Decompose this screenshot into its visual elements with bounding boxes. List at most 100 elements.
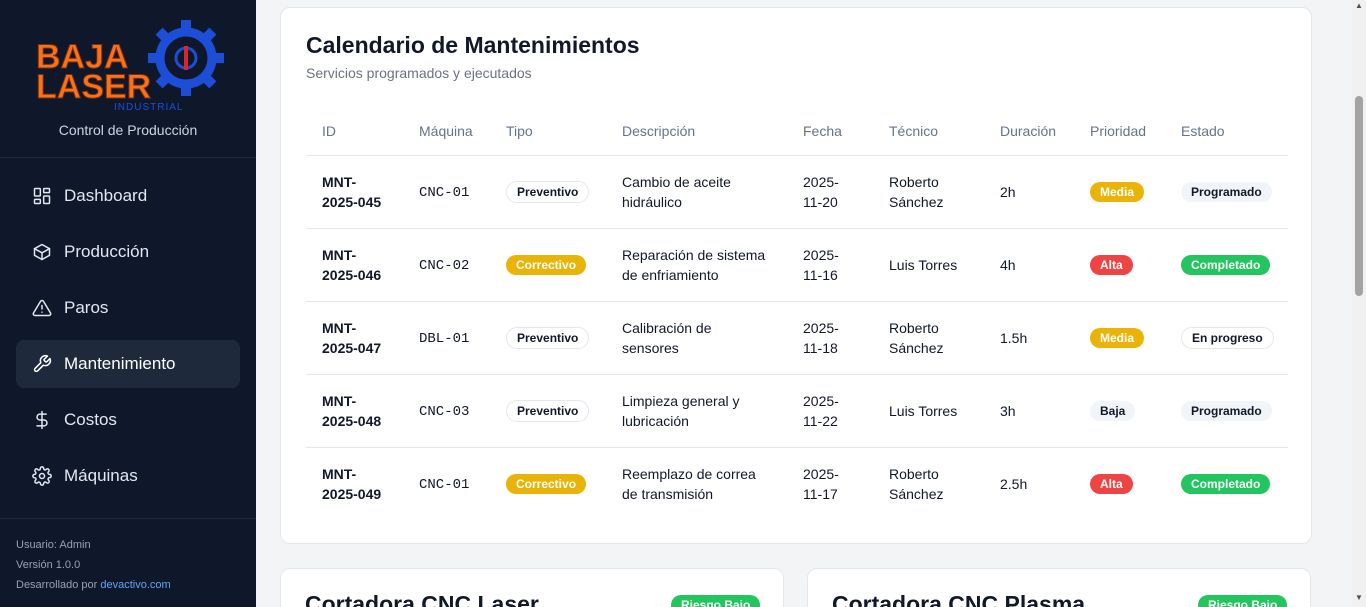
machine-text: CNC-01 [419, 184, 470, 201]
cell-priority: Baja [1074, 374, 1165, 448]
table-row[interactable]: MNT- 2025-049 CNC-01 Correctivo Reemplazo d… [306, 447, 1288, 520]
sidebar: BAJA LASER INDUSTRIAL Control de Producc… [0, 0, 256, 607]
column-header-duration: Duración [984, 108, 1074, 156]
cell-tech: Roberto Sánchez [873, 301, 984, 375]
column-header-status: Estado [1165, 108, 1288, 156]
main-nav: Dashboard Producción Paros Mantenimiento… [0, 158, 256, 500]
version-label: Versión 1.0.0 [16, 559, 81, 571]
duration-text: 2h [1000, 183, 1016, 200]
cell-duration: 2h [984, 155, 1074, 229]
warning-icon [32, 298, 52, 318]
id-text: MNT- 2025-045 [322, 173, 382, 210]
logo-text-industrial: INDUSTRIAL [114, 102, 183, 112]
priority-badge: Media [1090, 328, 1145, 348]
machine-text: CNC-03 [419, 403, 470, 420]
cell-desc: Calibración de sensores [606, 301, 787, 375]
column-header-id: ID [306, 108, 403, 156]
date-text: 2025- 11-16 [803, 246, 839, 283]
type-badge: Preventivo [506, 180, 590, 203]
date-text: 2025- 11-18 [803, 319, 839, 356]
card-subtitle: Servicios programados y ejecutados [306, 65, 532, 81]
priority-badge: Alta [1090, 474, 1133, 495]
duration-text: 3h [1000, 402, 1016, 419]
cell-tech: Roberto Sánchez [873, 447, 984, 520]
cell-date: 2025- 11-16 [787, 228, 873, 302]
cell-date: 2025- 11-18 [787, 301, 873, 375]
desc-text: Reemplazo de correa de transmisión [622, 465, 756, 502]
nav-label-produccion: Producción [64, 242, 150, 261]
cell-priority: Alta [1074, 228, 1165, 302]
column-header-machine: Máquina [403, 108, 490, 156]
id-text: MNT- 2025-046 [322, 246, 382, 283]
table-row[interactable]: MNT- 2025-046 CNC-02 Correctivo Reparación … [306, 228, 1288, 302]
cell-machine: CNC-01 [403, 447, 490, 520]
logo-area: BAJA LASER INDUSTRIAL Control de Producc… [0, 0, 256, 158]
tech-text: Roberto Sánchez [889, 173, 944, 210]
app-subtitle: Control de Producción [58, 122, 198, 138]
cell-status: Completado [1165, 447, 1288, 520]
machine-card-title: Cortadora CNC Plasma [832, 591, 1086, 607]
id-text: MNT- 2025-049 [322, 465, 382, 502]
desc-text: Limpieza general y lubricación [622, 392, 740, 429]
column-header-priority: Prioridad [1074, 108, 1165, 156]
table-row[interactable]: MNT- 2025-048 CNC-03 Preventivo Limpieza ge… [306, 374, 1288, 448]
user-label: Usuario: Admin [16, 539, 91, 551]
type-badge: Preventivo [506, 399, 590, 422]
column-header-desc: Descripción [606, 108, 787, 156]
table-row[interactable]: MNT- 2025-045 CNC-01 Preventivo Cambio de a… [306, 155, 1288, 229]
maintenance-table: ID Máquina Tipo Descripción Fecha Técnico Dura… [306, 108, 1288, 520]
cell-id: MNT- 2025-048 [306, 374, 403, 448]
duration-text: 2.5h [1000, 475, 1028, 492]
scroll-down-arrow-icon[interactable]: ▼ [1355, 594, 1363, 602]
cell-type: Preventivo [490, 374, 606, 448]
cell-machine: CNC-01 [403, 155, 490, 229]
table-header-row: ID Máquina Tipo Descripción Fecha Técnico Dura… [306, 108, 1288, 156]
nav-item-dashboard[interactable]: Dashboard [16, 172, 240, 220]
page-scrollbar[interactable]: ▲ ▼ [1352, 0, 1366, 607]
type-badge: Correctivo [506, 474, 587, 495]
developer-link[interactable]: devactivo.com [100, 579, 170, 591]
column-header-tech: Técnico [873, 108, 984, 156]
cell-id: MNT- 2025-049 [306, 447, 403, 520]
nav-item-paros[interactable]: Paros [16, 284, 240, 332]
nav-item-mantenimiento[interactable]: Mantenimiento [16, 340, 240, 388]
cell-machine: CNC-02 [403, 228, 490, 302]
nav-label-mantenimiento: Mantenimiento [64, 354, 176, 373]
nav-label-dashboard: Dashboard [64, 186, 148, 205]
machine-card-plasma[interactable]: Cortadora CNC Plasma Riesgo Bajo [807, 568, 1311, 607]
cell-id: MNT- 2025-045 [306, 155, 403, 229]
sidebar-footer: Usuario: Admin Versión 1.0.0 Desarrollad… [0, 518, 256, 595]
nav-item-produccion[interactable]: Producción [16, 228, 240, 276]
status-badge: Completado [1181, 255, 1271, 275]
column-header-date: Fecha [787, 108, 873, 156]
nav-item-costos[interactable]: Costos [16, 396, 240, 444]
status-badge: En progreso [1181, 326, 1274, 349]
machine-text: CNC-01 [419, 476, 470, 493]
cell-status: Programado [1165, 155, 1288, 229]
risk-badge: Riesgo Bajo [671, 595, 761, 607]
cell-machine: DBL-01 [403, 301, 490, 375]
cell-duration: 3h [984, 374, 1074, 448]
cell-status: En progreso [1165, 301, 1288, 375]
date-text: 2025- 11-17 [803, 465, 839, 502]
table-row[interactable]: MNT- 2025-047 DBL-01 Preventivo Calibración… [306, 301, 1288, 375]
logo-text-laser: LASER [36, 68, 151, 106]
cell-id: MNT- 2025-047 [306, 301, 403, 375]
tech-text: Roberto Sánchez [889, 465, 944, 502]
priority-badge: Alta [1090, 255, 1133, 275]
table-body: MNT- 2025-045 CNC-01 Preventivo Cambio de a… [306, 155, 1288, 520]
company-logo[interactable]: BAJA LASER INDUSTRIAL [34, 12, 224, 112]
machine-card-laser[interactable]: Cortadora CNC Laser Riesgo Bajo [280, 568, 784, 607]
cell-desc: Reparación de sistema de enfriamiento [606, 228, 787, 302]
status-badge: Programado [1181, 401, 1272, 421]
tech-text: Roberto Sánchez [889, 319, 944, 356]
developer-prefix: Desarrollado por [16, 579, 101, 591]
scroll-up-arrow-icon[interactable]: ▲ [1355, 2, 1363, 10]
desc-text: Calibración de sensores [622, 319, 712, 356]
nav-item-maquinas[interactable]: Máquinas [16, 452, 240, 500]
date-text: 2025- 11-22 [803, 392, 839, 429]
machine-card-title: Cortadora CNC Laser [305, 591, 539, 607]
dashboard-icon [32, 186, 52, 206]
priority-badge: Baja [1090, 401, 1136, 421]
scrollbar-thumb[interactable] [1355, 96, 1363, 296]
